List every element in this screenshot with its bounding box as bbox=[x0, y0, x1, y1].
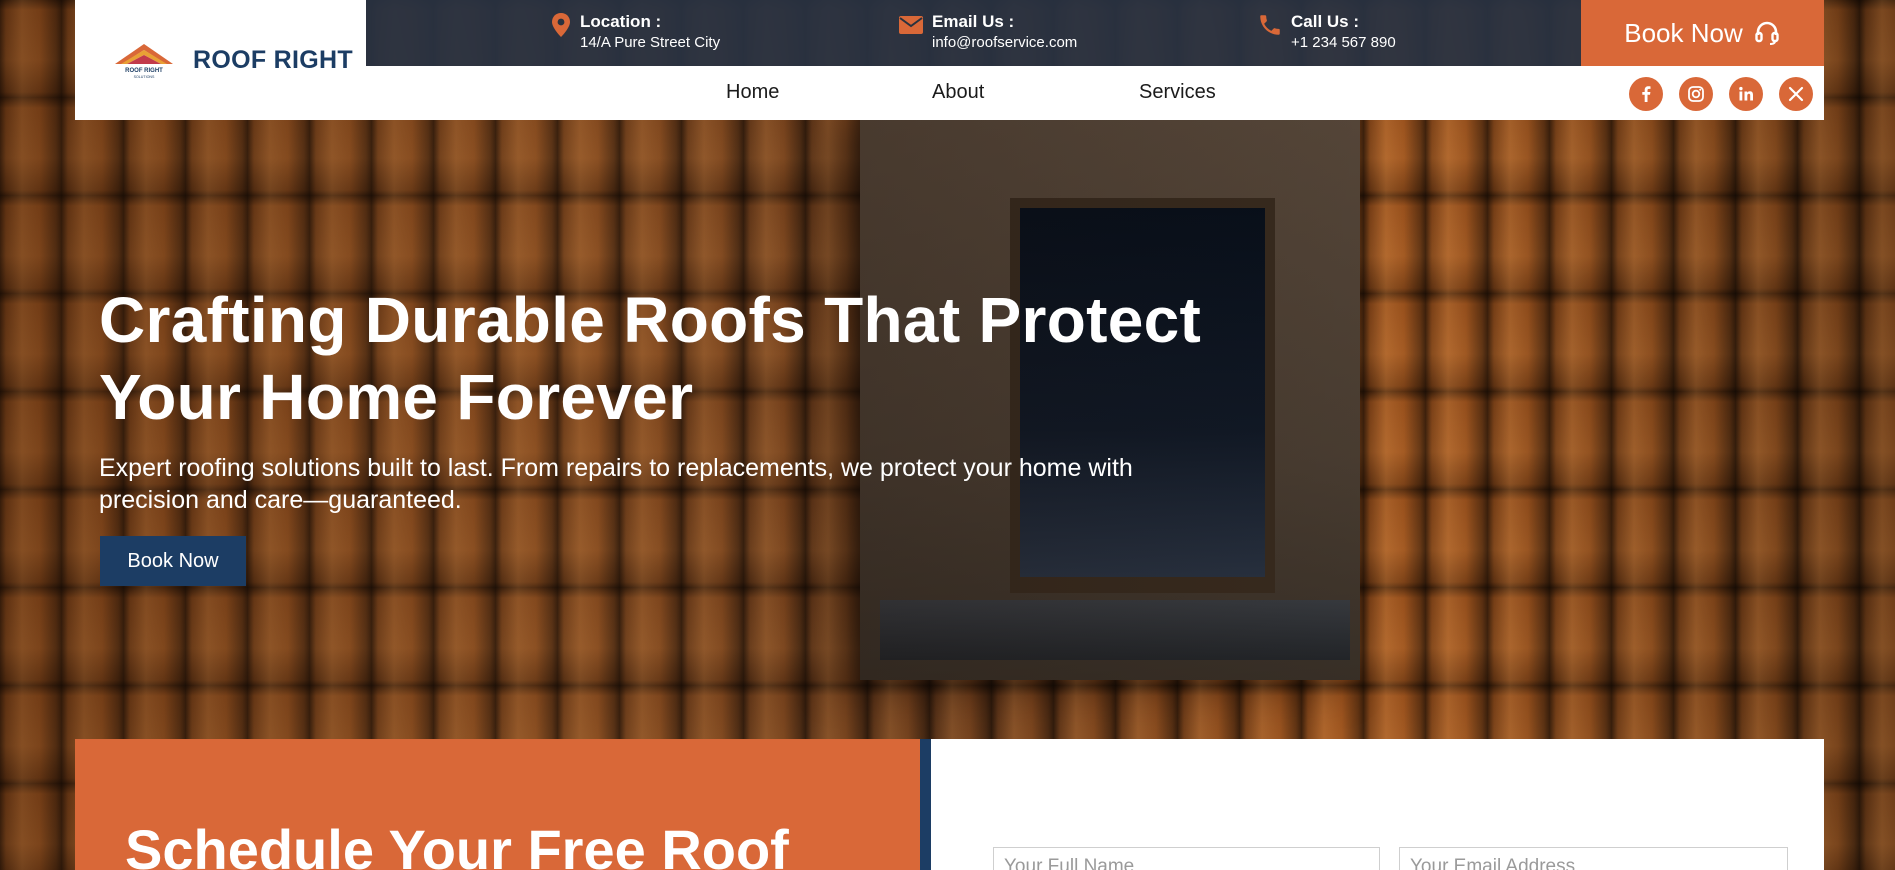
location-value: 14/A Pure Street City bbox=[580, 34, 721, 51]
call-value[interactable]: +1 234 567 890 bbox=[1291, 32, 1396, 54]
linkedin-icon[interactable] bbox=[1729, 77, 1763, 111]
hero-heading-line1: Crafting Durable Roofs That Protect bbox=[99, 284, 1202, 356]
location-label: Location : bbox=[580, 12, 662, 31]
x-icon[interactable] bbox=[1779, 77, 1813, 111]
full-name-input[interactable] bbox=[993, 847, 1380, 870]
roof-logo-icon: ROOF RIGHT SOLUTIONS bbox=[111, 40, 177, 80]
hero-heading: Crafting Durable Roofs That Protect Your… bbox=[99, 282, 1299, 436]
email-info: Email Us : info@roofservice.com bbox=[898, 12, 1077, 54]
schedule-panel: Schedule Your Free Roof bbox=[75, 739, 920, 870]
svg-text:SOLUTIONS: SOLUTIONS bbox=[134, 75, 155, 79]
facebook-icon[interactable] bbox=[1629, 77, 1663, 111]
section-divider bbox=[920, 739, 931, 870]
book-now-top-label: Book Now bbox=[1624, 17, 1743, 48]
call-label: Call Us : bbox=[1291, 12, 1360, 31]
nav-about[interactable]: About bbox=[932, 81, 984, 104]
nav-home[interactable]: Home bbox=[726, 81, 779, 104]
svg-text:ROOF RIGHT: ROOF RIGHT bbox=[125, 68, 163, 74]
hero-heading-line2: Your Home Forever bbox=[99, 361, 694, 433]
main-navigation: Home About Services bbox=[366, 66, 1824, 120]
call-info: Call Us : +1 234 567 890 bbox=[1257, 12, 1396, 54]
email-value[interactable]: info@roofservice.com bbox=[932, 32, 1077, 54]
email-label: Email Us : bbox=[932, 12, 1015, 31]
book-now-top-button[interactable]: Book Now bbox=[1581, 0, 1824, 66]
map-pin-icon bbox=[552, 13, 570, 37]
quote-form-panel bbox=[931, 739, 1824, 870]
brand-name: ROOF RIGHT bbox=[193, 45, 353, 74]
hero-subtitle: Expert roofing solutions built to last. … bbox=[99, 454, 1133, 514]
headset-icon bbox=[1755, 21, 1779, 45]
envelope-icon bbox=[899, 16, 923, 34]
location-info: Location : 14/A Pure Street City bbox=[550, 12, 720, 54]
nav-services[interactable]: Services bbox=[1139, 81, 1216, 104]
logo[interactable]: ROOF RIGHT SOLUTIONS ROOF RIGHT bbox=[75, 0, 366, 120]
phone-icon bbox=[1260, 15, 1280, 35]
instagram-icon[interactable] bbox=[1679, 77, 1713, 111]
top-info-bar: Location : 14/A Pure Street City Email U… bbox=[366, 0, 1581, 66]
email-address-input[interactable] bbox=[1399, 847, 1788, 870]
hero-book-now-button[interactable]: Book Now bbox=[100, 536, 246, 586]
schedule-title: Schedule Your Free Roof bbox=[125, 818, 789, 870]
